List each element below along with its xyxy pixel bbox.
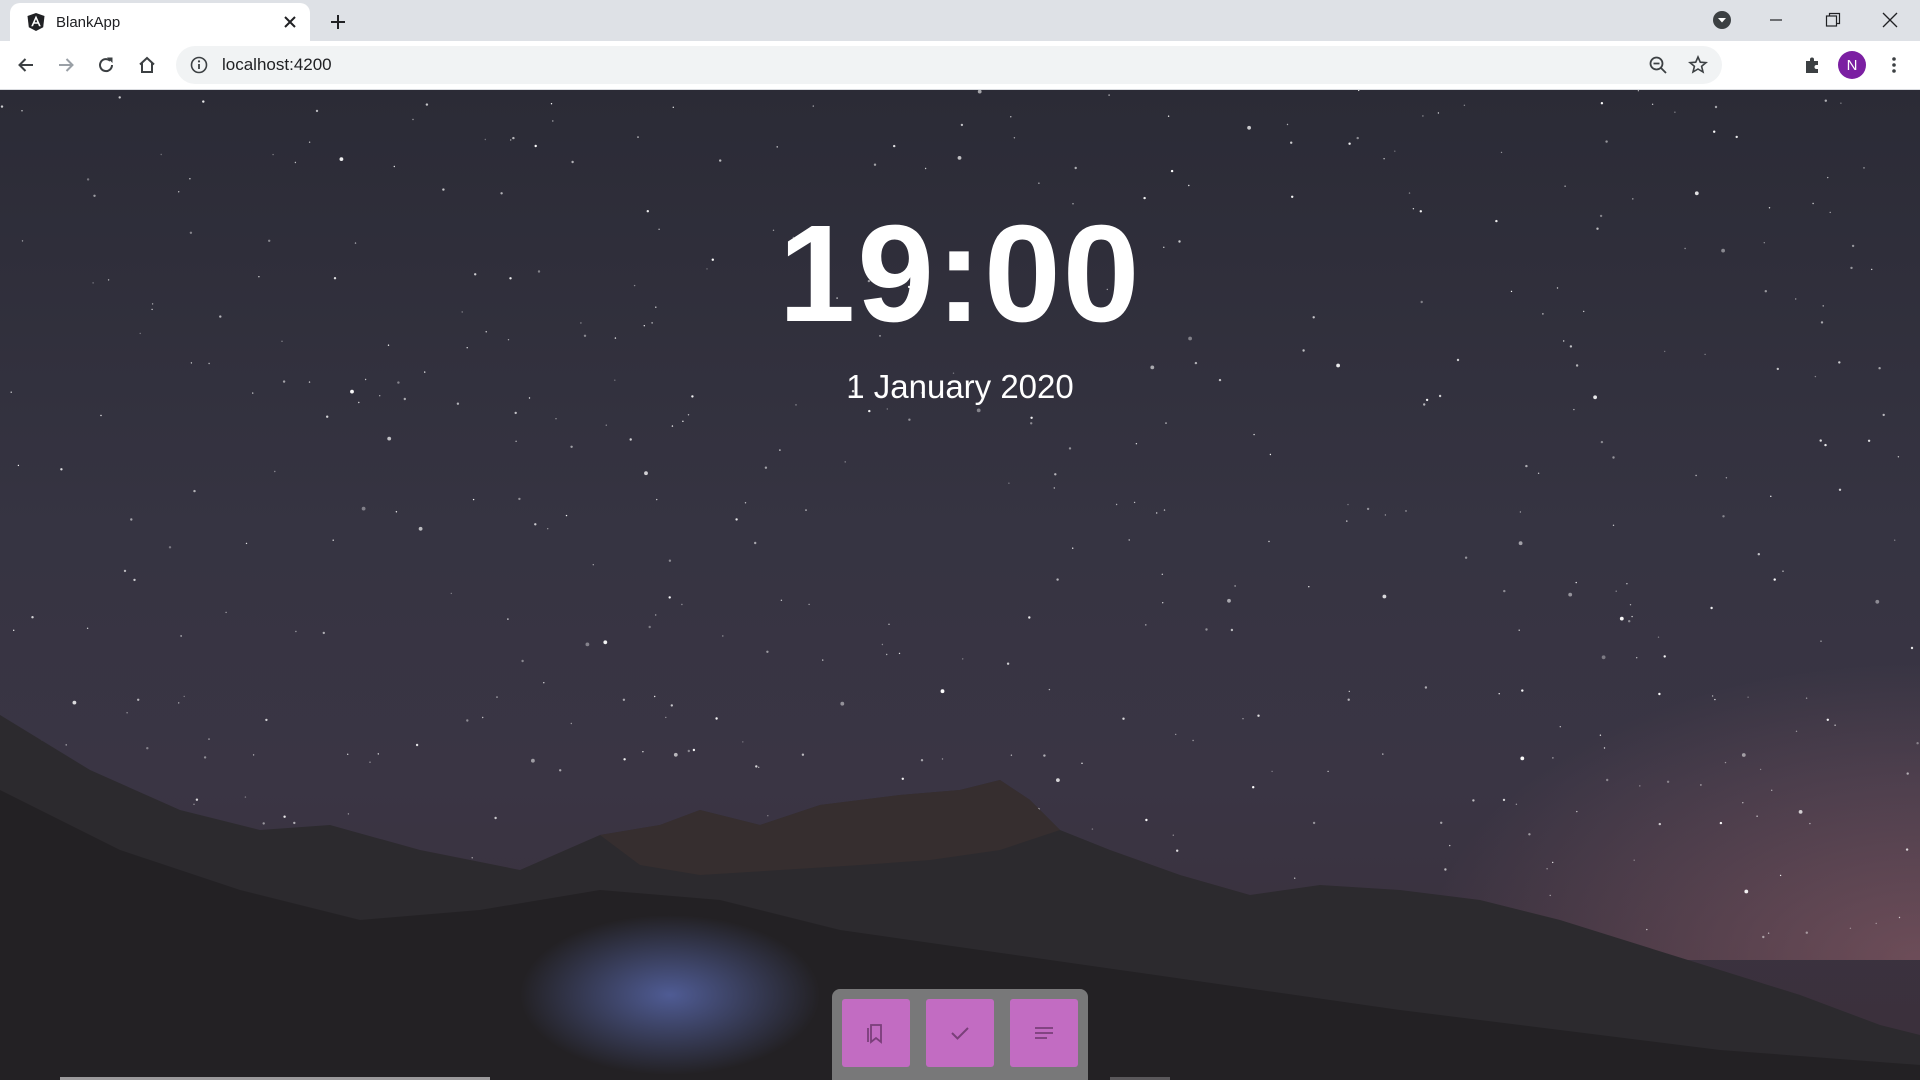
browser-tabstrip: BlankApp: [0, 0, 1920, 41]
forward-button[interactable]: [50, 49, 82, 81]
zoom-out-icon: [1649, 56, 1667, 74]
address-bar[interactable]: localhost:4200: [176, 46, 1722, 84]
close-window-button[interactable]: [1862, 0, 1918, 40]
arrow-forward-icon: [59, 58, 74, 72]
clock-date: 1 January 2020: [846, 368, 1074, 405]
menu-button[interactable]: [1878, 49, 1910, 81]
tab-search-icon: [1713, 11, 1731, 29]
tab-search-button[interactable]: [1694, 0, 1750, 40]
notes-button[interactable]: [1010, 999, 1078, 1067]
home-icon: [139, 56, 155, 73]
reload-icon: [99, 57, 114, 73]
tab-title: BlankApp: [56, 13, 121, 31]
browser-toolbar: localhost:4200 N: [0, 41, 1920, 90]
close-icon: [1882, 12, 1898, 28]
app-dock: [832, 989, 1088, 1080]
restore-icon: [1825, 12, 1841, 27]
notes-icon: [1035, 1027, 1053, 1039]
profile-avatar[interactable]: N: [1838, 51, 1866, 79]
puzzle-icon: [1806, 57, 1818, 73]
bookmarks-icon: [867, 1024, 882, 1044]
minimize-icon: [1770, 19, 1782, 21]
plus-icon: [331, 15, 345, 29]
page-viewport: 19:00 1 January 2020: [0, 90, 1920, 1080]
back-button[interactable]: [10, 49, 42, 81]
angular-icon: [27, 13, 45, 31]
bookmarks-button[interactable]: [842, 999, 910, 1067]
clock-time: 19:00: [778, 197, 1142, 351]
browser-tab[interactable]: BlankApp: [10, 3, 310, 41]
extensions-button[interactable]: [1796, 49, 1828, 81]
minimize-button[interactable]: [1748, 0, 1804, 40]
url-text: localhost:4200: [222, 55, 332, 74]
todo-button[interactable]: [926, 999, 994, 1067]
reload-button[interactable]: [90, 49, 122, 81]
more-vert-icon: [1892, 57, 1896, 73]
home-button[interactable]: [131, 49, 163, 81]
arrow-back-icon: [18, 58, 33, 72]
restore-button[interactable]: [1805, 0, 1861, 40]
info-icon: [190, 56, 208, 74]
bookmark-star-button[interactable]: [1682, 49, 1714, 81]
close-tab-icon[interactable]: [276, 8, 304, 36]
zoom-button[interactable]: [1642, 49, 1674, 81]
check-icon: [951, 1027, 969, 1040]
star-icon: [1688, 55, 1708, 74]
new-tab-button[interactable]: [322, 6, 354, 38]
